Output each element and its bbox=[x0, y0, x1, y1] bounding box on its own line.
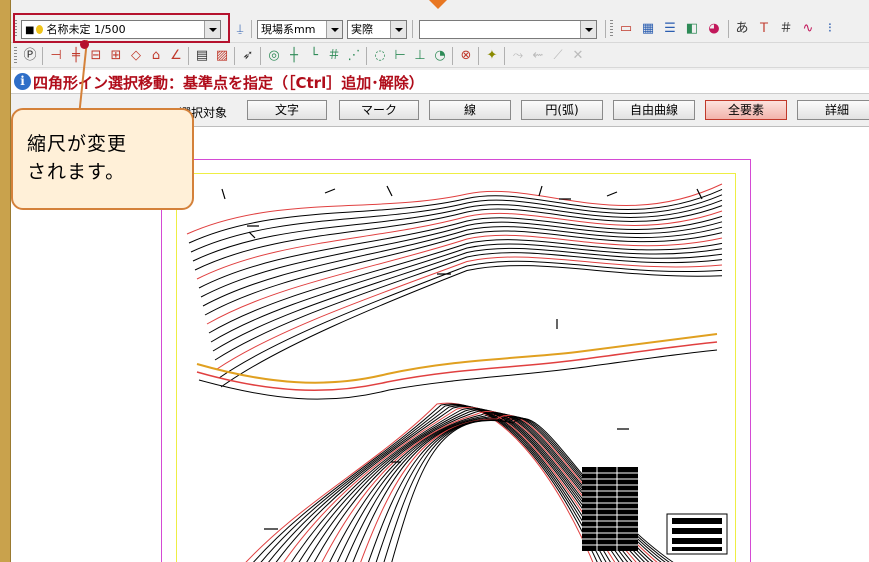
filter-text-button[interactable]: 文字 bbox=[247, 100, 327, 120]
contour-line bbox=[210, 243, 723, 343]
slant-line-icon[interactable]: ╪ bbox=[67, 47, 85, 65]
toolbar-separator bbox=[412, 20, 413, 38]
toolbar-separator bbox=[251, 20, 252, 38]
house-icon[interactable]: ⌂ bbox=[147, 47, 165, 65]
snap-mid-icon[interactable]: ⊥ bbox=[411, 47, 429, 65]
pointer-arrow-icon bbox=[429, 0, 447, 9]
instruction-bar: i 四角形イン選択移動：基準点を指定（［Ctrl］追加･解除） bbox=[11, 70, 869, 94]
scale-change-callout: 縮尺が変更 されます。 bbox=[11, 108, 194, 210]
filter-all-button[interactable]: 全要素 bbox=[705, 100, 787, 120]
contour-line bbox=[253, 403, 598, 562]
toolbar-separator bbox=[728, 20, 729, 38]
filter-detail-button[interactable]: 詳細 bbox=[797, 100, 869, 120]
mode-combo[interactable]: 実際 bbox=[347, 20, 407, 39]
unit-combo[interactable]: 現場系mm bbox=[257, 20, 343, 39]
chevron-down-icon[interactable] bbox=[326, 21, 342, 38]
horizontal-line-icon[interactable]: ⊣ bbox=[47, 47, 65, 65]
road-edge-line bbox=[196, 341, 718, 391]
pin-icon[interactable]: ⍊ bbox=[231, 20, 249, 38]
toolbar-row-2: Ⓟ ⊣ ╪ ⊟ ⊞ ◇ ⌂ ∠ ▤ ▨ ➶ ◎ ┼ └ ＃ ⋰ ◌ ⊢ ⊥ ◔ ⊗ ✦ ⤳ ⇜ ⟋ ✕ bbox=[11, 44, 869, 68]
title-block bbox=[666, 513, 728, 555]
window-icon[interactable]: ▭ bbox=[617, 20, 635, 38]
cad-application: ■ 名称未定 1/500 ⍊ 現場系mm 実際 ▭ ▦ ☰ ◧ ◕ あ Ｔ ＃ ∿ ⁝ Ⓟ ⊣ ╪ ⊟ ⊞ ◇… bbox=[11, 0, 869, 562]
callout-text: 縮尺が変更 されます。 bbox=[27, 133, 128, 183]
hatch-grid-icon[interactable]: ＃ bbox=[777, 20, 795, 38]
filter-arc-button[interactable]: 円(弧) bbox=[521, 100, 603, 120]
chevron-down-icon[interactable] bbox=[390, 21, 406, 38]
point-icon[interactable]: ⁝ bbox=[821, 20, 839, 38]
contour-line bbox=[220, 265, 723, 388]
snap-end-icon[interactable]: ⊢ bbox=[391, 47, 409, 65]
legend-table bbox=[582, 467, 638, 551]
contour-line bbox=[245, 402, 594, 562]
diamond-icon[interactable]: ◇ bbox=[127, 47, 145, 65]
parking-symbol-icon[interactable]: Ⓟ bbox=[21, 47, 39, 65]
toolbar-grip[interactable] bbox=[610, 20, 613, 38]
toolbar-separator bbox=[42, 47, 43, 65]
select-arrow-icon[interactable]: ➶ bbox=[239, 47, 257, 65]
angle-icon[interactable]: ∠ bbox=[167, 47, 185, 65]
toolbar-separator bbox=[478, 47, 479, 65]
grid-panel-icon[interactable]: ▦ bbox=[639, 20, 657, 38]
road-edge-line bbox=[198, 349, 718, 400]
info-icon: i bbox=[14, 73, 31, 90]
contour-line bbox=[204, 230, 723, 316]
snap-tangent-icon[interactable]: ◔ bbox=[431, 47, 449, 65]
filter-line-button[interactable]: 線 bbox=[429, 100, 511, 120]
color-palette-icon[interactable]: ◕ bbox=[705, 20, 723, 38]
layer-stack-icon[interactable]: ◧ bbox=[683, 20, 701, 38]
snap-corner-icon[interactable]: └ bbox=[305, 47, 323, 65]
toolbar-separator bbox=[188, 47, 189, 65]
text-style-icon[interactable]: あ bbox=[733, 20, 751, 38]
snap-grid-icon[interactable]: ＃ bbox=[325, 47, 343, 65]
callout-pointer-dot bbox=[80, 40, 89, 49]
toolbar-grip[interactable] bbox=[14, 47, 17, 65]
filter-mark-button[interactable]: マーク bbox=[339, 100, 419, 120]
disabled-3-icon[interactable]: ⟋ bbox=[549, 47, 567, 65]
snap-circle-icon[interactable]: ◎ bbox=[265, 47, 283, 65]
toolbar-separator bbox=[260, 47, 261, 65]
instruction-text: 四角形イン選択移動：基準点を指定（［Ctrl］追加･解除） bbox=[33, 74, 424, 92]
disabled-4-icon[interactable]: ✕ bbox=[569, 47, 587, 65]
rect-minus-icon[interactable]: ⊟ bbox=[87, 47, 105, 65]
toolbar-separator bbox=[452, 47, 453, 65]
layer-combo[interactable] bbox=[419, 20, 597, 39]
toolbar-separator bbox=[366, 47, 367, 65]
disabled-1-icon[interactable]: ⤳ bbox=[509, 47, 527, 65]
toolbar-separator bbox=[234, 47, 235, 65]
text-size-icon[interactable]: Ｔ bbox=[755, 20, 773, 38]
contour-line bbox=[391, 418, 674, 562]
contour-line bbox=[212, 247, 723, 352]
chevron-down-icon[interactable] bbox=[580, 21, 596, 38]
unit-combo-value: 現場系mm bbox=[261, 23, 316, 36]
rect-split-icon[interactable]: ⊞ bbox=[107, 47, 125, 65]
filter-freecurve-button[interactable]: 自由曲線 bbox=[613, 100, 695, 120]
layer-list-icon[interactable]: ☰ bbox=[661, 20, 679, 38]
snap-point-icon[interactable]: ⋰ bbox=[345, 47, 363, 65]
window-left-edge bbox=[0, 0, 11, 562]
snap-figure-icon[interactable]: ✦ bbox=[483, 47, 501, 65]
toolbar-separator bbox=[605, 20, 606, 38]
snap-cross-icon[interactable]: ┼ bbox=[285, 47, 303, 65]
disabled-2-icon[interactable]: ⇜ bbox=[529, 47, 547, 65]
toolbar-separator bbox=[504, 47, 505, 65]
text-frame-icon[interactable]: ▤ bbox=[193, 47, 211, 65]
scale-highlight-frame bbox=[13, 13, 230, 43]
contour-map-drawing bbox=[186, 183, 728, 562]
snap-center-icon[interactable]: ◌ bbox=[371, 47, 389, 65]
image-frame-icon[interactable]: ▨ bbox=[213, 47, 231, 65]
mode-combo-value: 実際 bbox=[351, 23, 373, 36]
curve-icon[interactable]: ∿ bbox=[799, 20, 817, 38]
contour-line bbox=[188, 188, 723, 244]
road-centerline bbox=[196, 333, 718, 384]
snap-cancel-icon[interactable]: ⊗ bbox=[457, 47, 475, 65]
